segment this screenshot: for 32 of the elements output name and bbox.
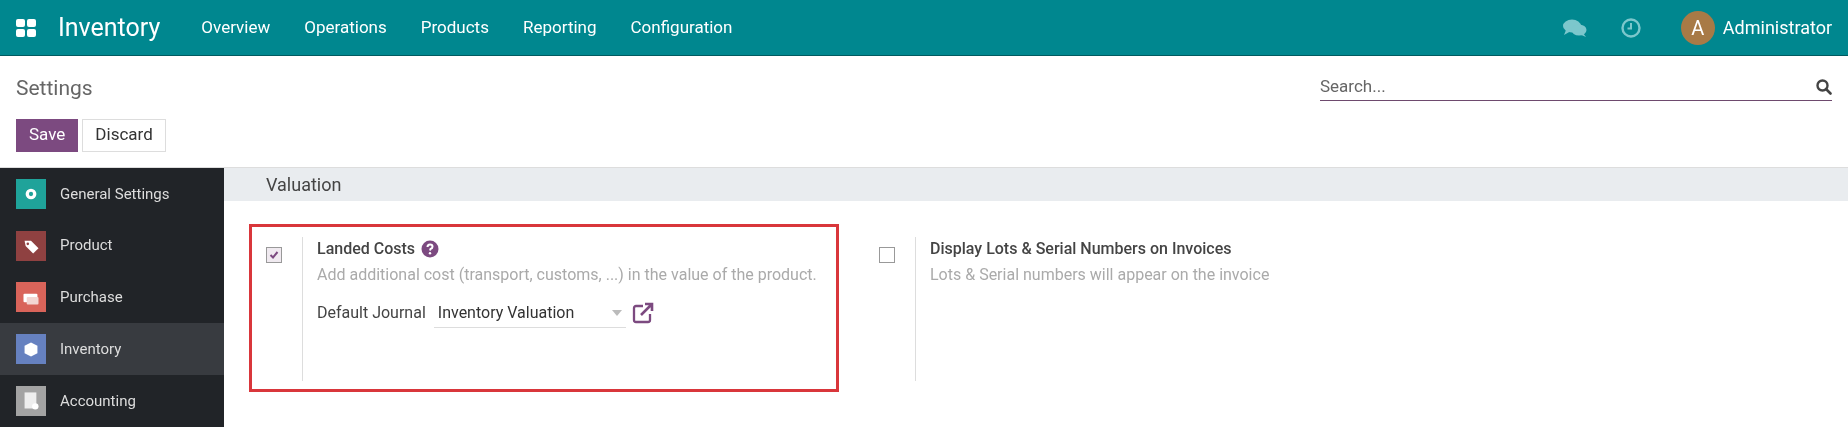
menu-link[interactable]: Operations xyxy=(287,14,404,41)
user-name[interactable]: Administrator xyxy=(1722,14,1832,41)
menu-link[interactable]: Products xyxy=(403,14,506,41)
sidebar-item[interactable]: Inventory xyxy=(0,323,224,376)
discard-button[interactable]: Discard xyxy=(82,118,166,152)
external-link-icon[interactable] xyxy=(631,302,654,324)
section-title: Valuation xyxy=(266,173,342,197)
setting-description: Add additional cost (transport, customs, ...) in the value of the product. xyxy=(317,264,818,286)
page-title: Settings xyxy=(16,75,94,102)
menu-link[interactable]: Reporting xyxy=(505,14,614,41)
save-button[interactable]: Save xyxy=(16,118,79,152)
sidebar-item[interactable]: Product xyxy=(0,219,224,272)
menu-link[interactable]: Overview xyxy=(184,14,288,41)
setting-title: Landed Costs xyxy=(317,238,416,260)
menu-link[interactable]: Configuration xyxy=(613,14,750,41)
setting-title: Display Lots & Serial Numbers on Invoices xyxy=(930,238,1232,260)
journal-select[interactable]: Inventory Valuation xyxy=(433,298,626,328)
checkmark-icon xyxy=(269,250,279,260)
app-name: Inventory xyxy=(58,11,161,44)
field-label: Default Journal xyxy=(317,302,426,324)
checkbox[interactable] xyxy=(266,247,282,263)
apps-menu-icon[interactable] xyxy=(16,18,36,37)
setting-description: Lots & Serial numbers will appear on the invoice xyxy=(930,264,1271,286)
sidebar-item[interactable]: Accounting xyxy=(0,375,224,427)
caret-icon xyxy=(611,309,622,316)
search-field[interactable]: Search... xyxy=(1320,73,1816,100)
sidebar-item[interactable]: Purchase xyxy=(0,271,224,324)
user-avatar[interactable]: A xyxy=(1680,10,1715,45)
help-icon[interactable] xyxy=(421,240,440,258)
search-icon[interactable] xyxy=(1816,78,1832,95)
sidebar-item[interactable]: General Settings xyxy=(0,168,224,220)
checkbox[interactable] xyxy=(879,247,895,263)
